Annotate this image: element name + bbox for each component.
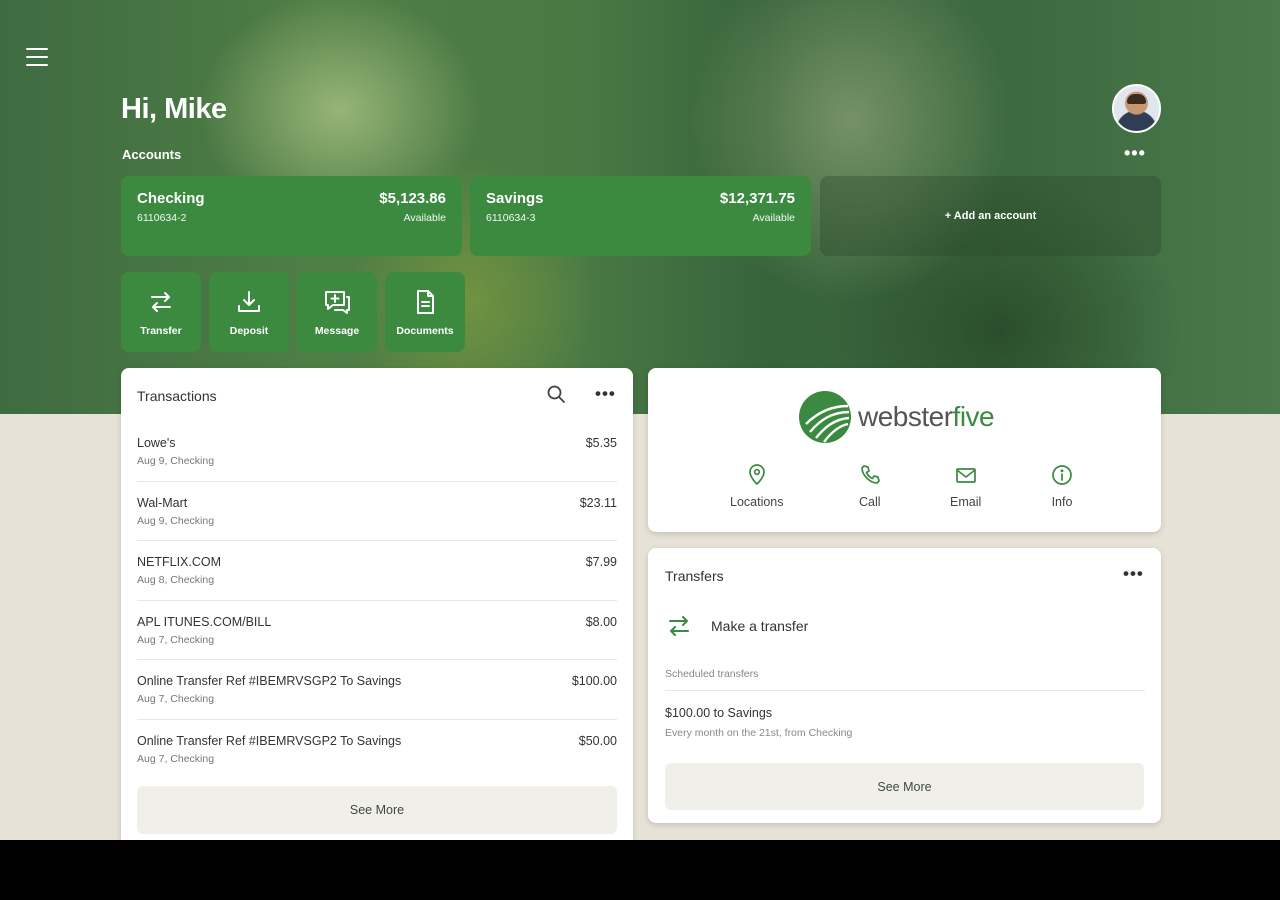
transaction-description: Wal-Mart	[137, 495, 188, 510]
documents-button[interactable]: Documents	[385, 272, 465, 352]
account-number: 6110634-3	[486, 212, 536, 224]
transaction-amount: $23.11	[579, 495, 617, 510]
transaction-description: Online Transfer Ref #IBEMRVSGP2 To Savin…	[137, 733, 402, 748]
transaction-meta: Aug 7, Checking	[137, 633, 215, 646]
transaction-amount: $5.35	[585, 436, 617, 450]
quick-action-label: Transfer	[140, 325, 182, 337]
transaction-row[interactable]: Wal-Mart Aug 9, Checking $23.11	[137, 482, 617, 541]
transaction-description: APL ITUNES.COM/BILL	[137, 614, 272, 629]
locations-button[interactable]: Locations	[730, 464, 784, 509]
account-card-checking[interactable]: Checking $5,123.86 6110634-2 Available	[121, 176, 462, 256]
hamburger-icon[interactable]	[26, 48, 48, 66]
transaction-meta: Aug 8, Checking	[137, 574, 215, 586]
transaction-meta: Aug 9, Checking	[137, 455, 215, 467]
transfer-button[interactable]: Transfer	[121, 272, 201, 352]
deposit-button[interactable]: Deposit	[209, 272, 289, 352]
transaction-meta: Aug 7, Checking	[137, 693, 215, 705]
accounts-label: Accounts	[122, 147, 182, 162]
transaction-row[interactable]: APL ITUNES.COM/BILL Aug 7, Checking $8.0…	[137, 601, 617, 660]
transfers-card: Transfers ••• Make a transfer Scheduled …	[648, 548, 1161, 823]
quick-action-label: Deposit	[229, 325, 269, 337]
account-balance: $12,371.75	[719, 190, 795, 207]
account-balance: $5,123.86	[379, 190, 446, 207]
transfers-more-icon[interactable]: •••	[1123, 565, 1144, 582]
transaction-description: NETFLIX.COM	[137, 555, 222, 569]
make-transfer-button[interactable]: Make a transfer	[665, 612, 808, 640]
contact-label: Info	[1051, 495, 1073, 509]
transactions-more-icon[interactable]: •••	[595, 385, 616, 402]
call-button[interactable]: Call	[859, 464, 881, 509]
transactions-card: Transactions ••• Lowe's Aug 9, Checking …	[121, 368, 633, 840]
transaction-row[interactable]: NETFLIX.COM Aug 8, Checking $7.99	[137, 541, 617, 601]
add-account-button[interactable]: + Add an account	[820, 176, 1161, 256]
scheduled-transfer-item[interactable]: $100.00 to Savings Every month on the 21…	[665, 706, 852, 739]
quick-action-label: Documents	[396, 325, 454, 337]
transaction-row[interactable]: Online Transfer Ref #IBEMRVSGP2 To Savin…	[137, 720, 617, 780]
transactions-list: Lowe's Aug 9, Checking $5.35 Wal-Mart Au…	[137, 422, 617, 779]
deposit-icon	[238, 291, 260, 312]
divider	[665, 690, 1145, 691]
transaction-meta: Aug 9, Checking	[137, 514, 215, 527]
bank-name: websterfive	[858, 401, 995, 432]
transfers-see-more-button[interactable]: See More	[665, 763, 1144, 810]
info-button[interactable]: Info	[1051, 464, 1073, 509]
scheduled-transfers-label: Scheduled transfers	[665, 668, 759, 680]
scheduled-transfer-subtitle: Every month on the 21st, from Checking	[665, 727, 853, 739]
contact-label: Email	[950, 495, 982, 509]
transaction-amount: $50.00	[578, 733, 617, 748]
location-pin-icon	[748, 464, 765, 486]
transaction-description: Online Transfer Ref #IBEMRVSGP2 To Savin…	[137, 674, 402, 688]
message-icon	[325, 291, 350, 314]
transactions-see-more-button[interactable]: See More	[137, 786, 617, 834]
transaction-amount: $100.00	[571, 674, 617, 688]
avatar[interactable]	[1112, 84, 1161, 133]
document-icon	[417, 290, 434, 314]
transfers-title: Transfers	[665, 568, 724, 584]
account-name: Checking	[137, 190, 205, 207]
transfer-icon	[151, 292, 171, 312]
contact-label: Locations	[730, 495, 784, 509]
balance-label: Available	[752, 212, 795, 224]
search-icon[interactable]	[546, 384, 566, 404]
phone-icon	[860, 465, 880, 484]
make-transfer-label: Make a transfer	[711, 618, 809, 634]
transaction-description: Lowe's	[137, 436, 176, 450]
account-card-savings[interactable]: Savings $12,371.75 6110634-3 Available	[470, 176, 811, 256]
logo-mark-icon	[799, 391, 851, 443]
balance-label: Available	[403, 212, 446, 224]
info-icon	[1052, 465, 1072, 485]
quick-action-label: Message	[314, 325, 360, 337]
contact-label: Call	[859, 495, 881, 509]
app-window: Hi, Mike Accounts ••• Checking $5,123.86…	[0, 0, 1280, 840]
account-number: 6110634-2	[137, 212, 187, 224]
transaction-meta: Aug 7, Checking	[137, 752, 215, 765]
account-name: Savings	[486, 190, 544, 207]
transfer-icon	[669, 616, 689, 636]
transaction-amount: $8.00	[585, 614, 617, 629]
transaction-row[interactable]: Lowe's Aug 9, Checking $5.35	[137, 422, 617, 482]
transaction-row[interactable]: Online Transfer Ref #IBEMRVSGP2 To Savin…	[137, 660, 617, 720]
transaction-amount: $7.99	[585, 555, 617, 569]
accounts-more-icon[interactable]: •••	[1124, 143, 1146, 163]
bank-contact-card: websterfive Locations Call Email Info	[648, 368, 1161, 532]
bank-logo: websterfive	[798, 390, 995, 444]
email-button[interactable]: Email	[950, 464, 981, 509]
greeting: Hi, Mike	[121, 93, 227, 125]
transactions-title: Transactions	[137, 388, 217, 404]
scheduled-transfer-title: $100.00 to Savings	[665, 706, 773, 720]
email-icon	[955, 468, 976, 483]
message-button[interactable]: Message	[297, 272, 377, 352]
